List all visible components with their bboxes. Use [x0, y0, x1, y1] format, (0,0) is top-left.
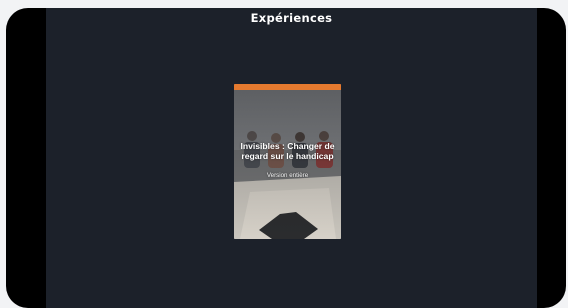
device-frame: Expériences Invisibles: Changer de rega…	[6, 8, 566, 308]
app-screen: Expériences Invisibles: Changer de rega…	[46, 8, 537, 308]
card-title: Invisibles : Changer de regard sur le ha…	[240, 141, 335, 161]
page-title: Expériences	[250, 11, 333, 25]
card-overlay	[234, 90, 341, 239]
experience-card[interactable]: Invisibles : Changer de regard sur le ha…	[234, 84, 341, 239]
card-subtitle: Version entière	[266, 172, 309, 179]
